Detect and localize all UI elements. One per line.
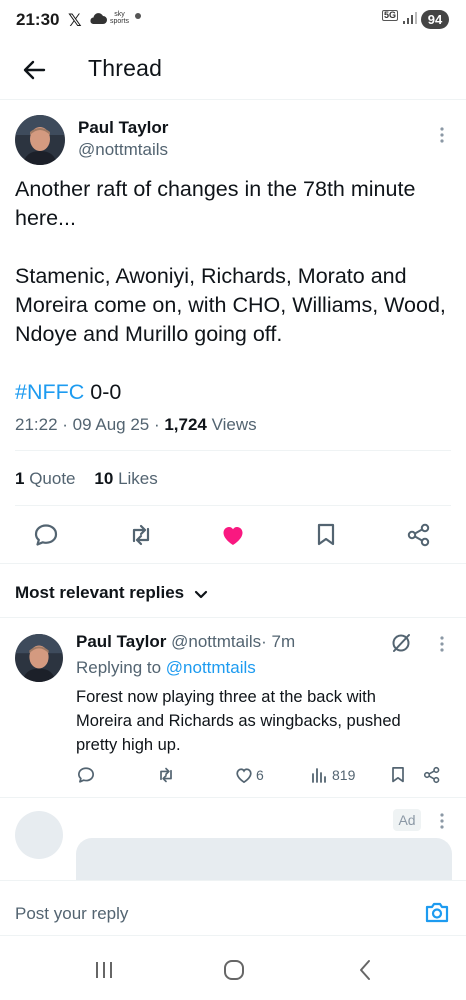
share-button[interactable] <box>405 521 433 549</box>
reply-icon <box>78 767 94 783</box>
reply-more-options-button[interactable] <box>432 634 452 654</box>
top-app-bar: Thread <box>0 40 466 100</box>
x-app-icon: 𝕏 <box>68 11 82 30</box>
camera-icon <box>425 902 449 923</box>
replies-sort-dropdown[interactable]: Most relevant replies <box>15 583 184 603</box>
divider <box>15 505 451 506</box>
likes-label: Likes <box>118 469 158 488</box>
system-navigation-bar <box>0 936 466 1000</box>
replying-prefix: Replying to <box>76 658 166 677</box>
tweet-date: 09 Aug 25 <box>72 415 150 434</box>
reply-compose-bar: Post your reply <box>0 880 466 936</box>
author-avatar[interactable] <box>15 115 65 165</box>
chevron-down-icon[interactable] <box>193 586 209 602</box>
reply-bookmark-button[interactable] <box>388 763 408 787</box>
quote-count: 1 <box>15 469 25 488</box>
cloud-icon <box>88 11 108 30</box>
tweet-paragraph-3: #NFFC 0-0 <box>15 378 451 407</box>
share-icon <box>423 766 440 784</box>
tweet-body: Another raft of changes in the 78th minu… <box>15 175 451 436</box>
reply-like-button[interactable]: 6 <box>234 763 264 787</box>
bookmark-icon <box>392 767 404 783</box>
more-options-button[interactable] <box>432 125 452 145</box>
reply-header: Paul Taylor @nottmtails· 7m <box>76 632 295 652</box>
section-divider <box>0 797 466 798</box>
page-title: Thread <box>88 55 163 81</box>
reply-input[interactable]: Post your reply <box>15 904 128 924</box>
reply-time: · 7m <box>261 632 296 651</box>
reply-view-count: 819 <box>332 767 356 783</box>
status-bar: 21:30 𝕏 sky sports 5G 94 <box>0 0 466 40</box>
chevron-left-icon <box>360 960 370 980</box>
views-count: 1,724 <box>164 415 207 434</box>
bookmark-button[interactable] <box>312 521 340 549</box>
reply-repost-button[interactable] <box>156 763 176 787</box>
grok-icon <box>392 634 410 652</box>
signal-icon <box>402 11 418 30</box>
likes-link[interactable]: 10 Likes <box>94 469 157 488</box>
more-vertical-icon <box>440 636 444 652</box>
sky-sports-icon: sky sports <box>110 11 129 25</box>
more-vertical-icon <box>440 127 444 143</box>
reply-button[interactable] <box>32 521 60 549</box>
ad-badge: Ad <box>393 809 421 831</box>
replying-to: Replying to @nottmtails <box>76 658 256 678</box>
likes-count: 10 <box>94 469 114 488</box>
reply-author-handle[interactable]: @nottmtails <box>171 632 261 651</box>
reply-action-bar: 6 819 <box>76 763 446 787</box>
views-chart-icon <box>312 768 326 783</box>
reply-icon <box>34 524 58 546</box>
replying-to-handle[interactable]: @nottmtails <box>166 658 256 677</box>
system-back-button[interactable] <box>354 958 378 982</box>
reply-views-button[interactable]: 819 <box>310 763 355 787</box>
reply-reply-button[interactable] <box>76 763 96 787</box>
battery-icon: 94 <box>421 10 449 29</box>
grok-button[interactable] <box>390 632 412 654</box>
repost-icon <box>160 767 172 783</box>
repost-icon <box>132 524 150 546</box>
tweet-action-bar <box>0 515 466 555</box>
repost-button[interactable] <box>127 521 155 549</box>
recent-apps-button[interactable] <box>92 958 116 982</box>
network-5g-icon: 5G <box>382 10 399 21</box>
recent-apps-icon <box>96 962 112 978</box>
quotes-link[interactable]: 1 Quote <box>15 469 76 488</box>
share-icon <box>407 523 430 547</box>
back-button[interactable] <box>18 54 50 86</box>
reply-author-avatar[interactable] <box>15 634 63 682</box>
bookmark-icon <box>317 523 335 546</box>
hashtag-link[interactable]: #NFFC <box>15 380 84 404</box>
divider <box>15 450 451 451</box>
section-divider <box>0 563 466 564</box>
ad-avatar-placeholder <box>15 811 63 859</box>
tweet-time: 21:22 <box>15 415 58 434</box>
tweet-paragraph-1: Another raft of changes in the 78th minu… <box>15 177 416 230</box>
home-icon <box>224 960 244 980</box>
home-button[interactable] <box>222 958 246 982</box>
arrow-left-icon <box>23 60 46 80</box>
quote-label: Quote <box>29 469 76 488</box>
notification-dot-icon <box>135 13 141 19</box>
author-handle[interactable]: @nottmtails <box>78 140 168 160</box>
sky-line2: sports <box>110 18 130 25</box>
heart-icon <box>236 768 252 784</box>
status-time: 21:30 <box>16 10 60 29</box>
reply-author-name[interactable]: Paul Taylor <box>76 632 166 651</box>
tweet-stats: 1 Quote 10 Likes <box>15 469 158 489</box>
like-button[interactable] <box>219 521 247 549</box>
reply-share-button[interactable] <box>422 763 442 787</box>
section-divider <box>0 617 466 618</box>
heart-filled-icon <box>223 527 243 545</box>
tweet-meta: 21:22 · 09 Aug 25 · 1,724 Views <box>15 415 257 434</box>
score-text: 0-0 <box>84 380 122 404</box>
camera-button[interactable] <box>424 899 450 925</box>
sky-line1: sky <box>114 11 125 18</box>
views-label: Views <box>211 415 257 434</box>
reply-like-count: 6 <box>256 767 264 783</box>
ad-more-options-button[interactable] <box>432 811 452 831</box>
author-name[interactable]: Paul Taylor <box>78 118 168 138</box>
reply-body: Forest now playing three at the back wit… <box>76 688 401 754</box>
tweet-paragraph-2: Stamenic, Awoniyi, Richards, Morato and … <box>15 264 446 346</box>
more-vertical-icon <box>440 813 444 829</box>
